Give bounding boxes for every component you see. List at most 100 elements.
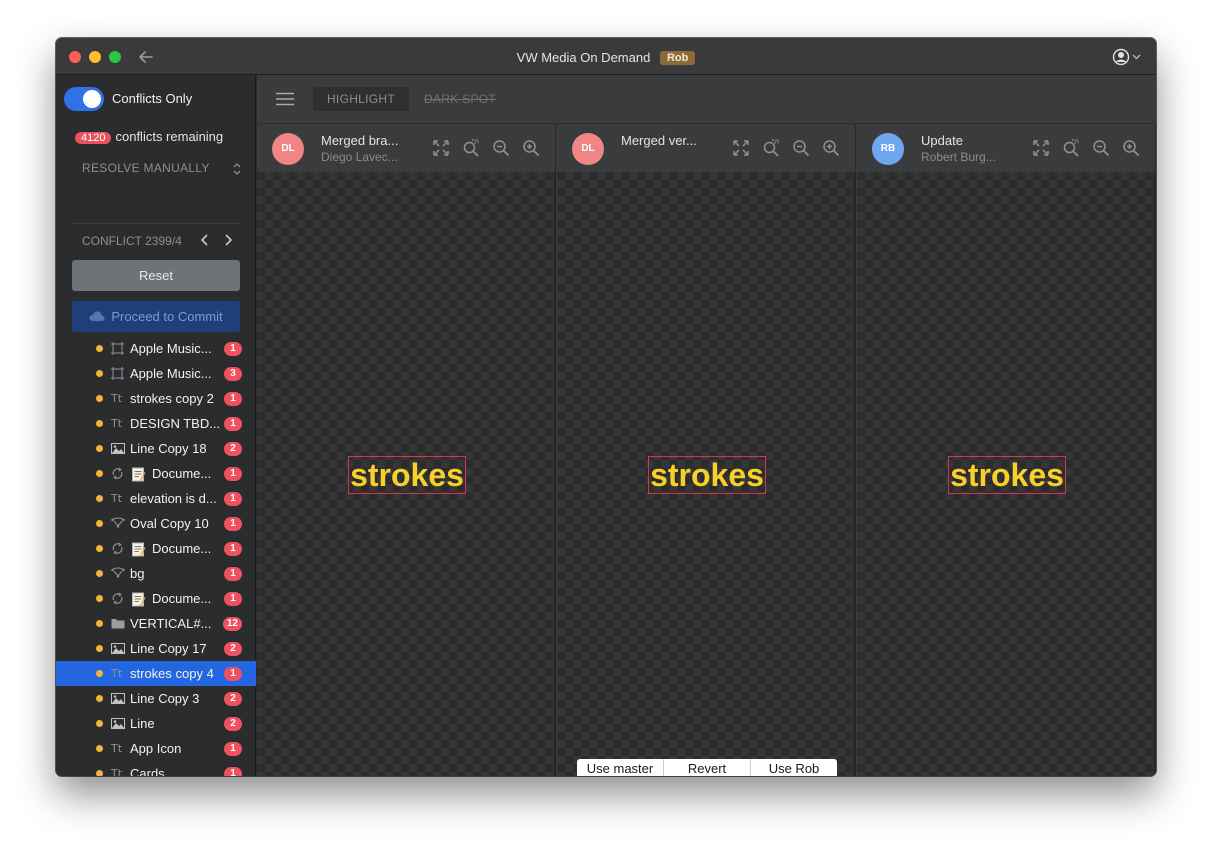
tab-highlight[interactable]: HIGHLIGHT	[313, 87, 409, 111]
zoom-out-icon[interactable]	[491, 138, 511, 158]
conflict-dot	[96, 595, 103, 602]
preview-canvas[interactable]: strokes	[857, 172, 1156, 776]
layer-row[interactable]: Line 2	[56, 711, 256, 736]
layer-row[interactable]: Tt DESIGN TBD... 1	[56, 411, 256, 436]
use-master-button[interactable]: Use master	[577, 759, 664, 776]
tab-dark-spot[interactable]: DARK SPOT	[424, 87, 496, 111]
main-area: HIGHLIGHT DARK SPOT DL Merged bra... Die…	[257, 75, 1156, 776]
use-rob-button[interactable]: Use Rob	[751, 759, 837, 776]
layer-row[interactable]: Tt strokes copy 4 1	[56, 661, 256, 686]
conflict-dot	[96, 470, 103, 477]
zoom-in-icon[interactable]	[1121, 138, 1141, 158]
layer-row[interactable]: Docume... 1	[56, 461, 256, 486]
conflict-count-badge: 2	[224, 692, 242, 706]
layer-name: Line Copy 17	[130, 641, 207, 656]
preview-canvas[interactable]: strokes	[557, 172, 856, 776]
conflicts-only-toggle[interactable]	[64, 87, 104, 111]
image-icon	[111, 442, 125, 455]
layer-row[interactable]: Tt elevation is d... 1	[56, 486, 256, 511]
app-window: VW Media On Demand Rob Conflicts Only 41…	[56, 38, 1156, 776]
version-author: Diego Lavec...	[321, 150, 398, 164]
layer-list: Apple Music... 1 Apple Music... 3 Tt strokes …	[56, 336, 256, 776]
reset-button[interactable]: Reset	[72, 260, 240, 291]
image-icon	[111, 692, 125, 705]
author-avatar: DL	[572, 133, 604, 165]
memo-emoji-icon	[131, 542, 146, 557]
text-icon: Tt	[111, 767, 123, 776]
layer-name: Line	[130, 716, 155, 731]
conflict-dot	[96, 570, 103, 577]
text-icon: Tt	[111, 392, 123, 405]
conflict-dot	[96, 495, 103, 502]
memo-emoji-icon	[131, 592, 146, 607]
proceed-to-commit-button[interactable]: Proceed to Commit	[72, 301, 240, 332]
zoom-fit-icon[interactable]	[461, 138, 481, 158]
previous-conflict-icon[interactable]	[198, 232, 212, 248]
layer-row[interactable]: Apple Music... 1	[56, 336, 256, 361]
expand-icon[interactable]	[431, 138, 451, 158]
expand-icon[interactable]	[731, 138, 751, 158]
shape-icon	[111, 567, 125, 580]
user-badge: Rob	[659, 50, 696, 65]
pane-header: DL Merged bra... Diego Lavec...	[257, 124, 556, 172]
hamburger-menu-icon[interactable]	[275, 92, 295, 106]
zoom-out-icon[interactable]	[791, 138, 811, 158]
layer-preview-text[interactable]: strokes	[348, 456, 466, 494]
layer-row[interactable]: Tt Cards 1	[56, 761, 256, 776]
zoom-in-icon[interactable]	[821, 138, 841, 158]
next-conflict-icon[interactable]	[221, 232, 235, 248]
layer-name: elevation is d...	[130, 491, 217, 506]
toolbar: HIGHLIGHT DARK SPOT	[257, 75, 1156, 124]
conflict-dot	[96, 395, 103, 402]
preview-canvas[interactable]: strokes	[257, 172, 556, 776]
layer-row[interactable]: Tt strokes copy 2 1	[56, 386, 256, 411]
pane-header: RB Update Robert Burg...	[857, 124, 1156, 172]
resolve-mode-value: RESOLVE MANUALLY	[82, 161, 210, 175]
revert-button[interactable]: Revert	[664, 759, 751, 776]
conflict-count-badge: 2	[224, 717, 242, 731]
pane-controls	[421, 138, 541, 158]
pane-header: DL Merged ver...	[557, 124, 856, 172]
pane-controls	[1021, 138, 1141, 158]
layer-name: bg	[130, 566, 145, 581]
conflict-count-badge: 1	[224, 667, 242, 681]
zoom-out-icon[interactable]	[1091, 138, 1111, 158]
zoom-in-icon[interactable]	[521, 138, 541, 158]
zoom-fit-icon[interactable]	[761, 138, 781, 158]
layer-row[interactable]: Docume... 1	[56, 586, 256, 611]
layer-row[interactable]: Docume... 1	[56, 536, 256, 561]
conflict-dot	[96, 695, 103, 702]
layer-row[interactable]: Line Copy 18 2	[56, 436, 256, 461]
author-avatar: RB	[872, 133, 904, 165]
toggle-knob	[83, 90, 101, 108]
layer-name: Oval Copy 10	[130, 516, 209, 531]
expand-icon[interactable]	[1031, 138, 1051, 158]
layer-name: Docume...	[152, 466, 212, 481]
conflict-count-badge: 12	[222, 617, 242, 631]
account-menu-icon[interactable]	[1112, 48, 1144, 66]
zoom-fit-icon[interactable]	[1061, 138, 1081, 158]
conflict-dot	[96, 445, 103, 452]
layer-name: strokes copy 2	[130, 391, 214, 406]
conflict-dot	[96, 420, 103, 427]
layer-row[interactable]: bg 1	[56, 561, 256, 586]
layer-row[interactable]: Tt App Icon 1	[56, 736, 256, 761]
version-title: Merged ver...	[621, 133, 697, 148]
layer-row[interactable]: VERTICAL#... 12	[56, 611, 256, 636]
sidebar-divider	[72, 223, 240, 224]
symbol-icon	[111, 592, 125, 605]
layer-row[interactable]: Oval Copy 10 1	[56, 511, 256, 536]
sidebar: Conflicts Only 4120 conflicts remaining R…	[56, 75, 256, 776]
conflict-count-badge: 1	[224, 592, 242, 606]
version-title: Merged bra...	[321, 133, 399, 148]
artboard-icon	[111, 342, 125, 355]
layer-row[interactable]: Apple Music... 3	[56, 361, 256, 386]
version-pane: DL Merged ver... strokes	[557, 124, 856, 776]
layer-row[interactable]: Line Copy 3 2	[56, 686, 256, 711]
layer-preview-text[interactable]: strokes	[648, 456, 766, 494]
layer-preview-text[interactable]: strokes	[948, 456, 1066, 494]
conflict-dot	[96, 645, 103, 652]
resolve-mode-select[interactable]: RESOLVE MANUALLY	[82, 161, 242, 175]
layer-row[interactable]: Line Copy 17 2	[56, 636, 256, 661]
image-icon	[111, 642, 125, 655]
